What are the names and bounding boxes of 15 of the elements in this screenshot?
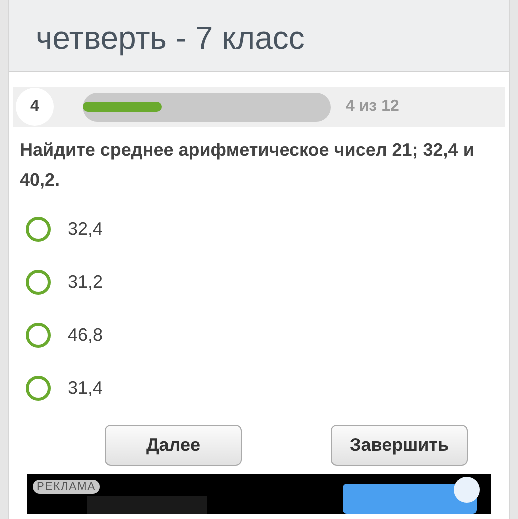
finish-button[interactable]: Завершить [331, 425, 468, 466]
next-button[interactable]: Далее [105, 425, 242, 466]
progress-text: 4 из 12 [346, 97, 400, 117]
option-label[interactable]: 32,4 [68, 216, 104, 243]
page-title: четверть - 7 класс [36, 19, 306, 57]
question-text: Найдите среднее арифметическое чисел 21; 32,4 и 40,2. [19, 139, 476, 192]
radio-button[interactable] [26, 217, 51, 242]
question-number: 4 [16, 88, 54, 126]
option-label[interactable]: 31,4 [68, 375, 104, 402]
option-label[interactable]: 31,2 [68, 269, 104, 296]
radio-button[interactable] [26, 323, 51, 348]
radio-button[interactable] [26, 376, 51, 401]
option-label[interactable]: 46,8 [68, 322, 104, 349]
ad-label: РЕКЛАМА [33, 480, 100, 494]
radio-button[interactable] [26, 270, 51, 295]
